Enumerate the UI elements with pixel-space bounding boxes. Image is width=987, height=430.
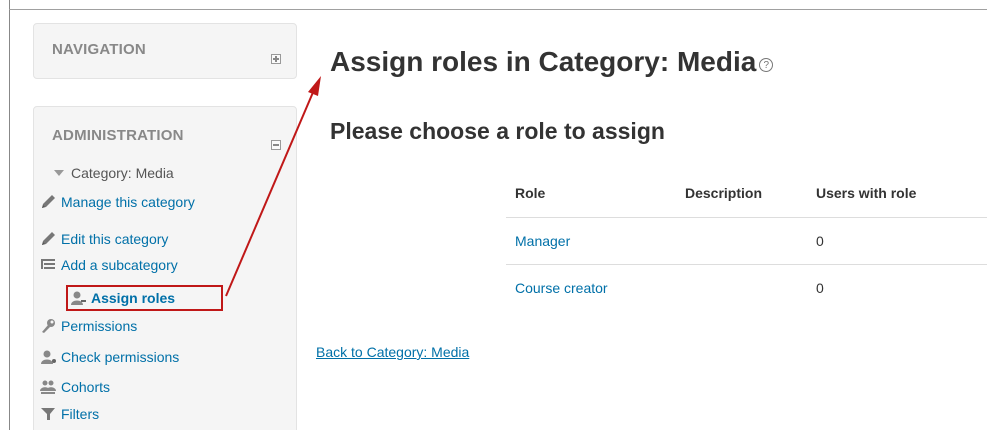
page-title: Assign roles in Category: Media ?	[330, 46, 774, 78]
help-icon[interactable]: ?	[759, 58, 774, 72]
category-tree-node[interactable]: Category: Media	[54, 165, 174, 181]
role-link-course-creator[interactable]: Course creator	[515, 280, 608, 296]
administration-title: ADMINISTRATION	[52, 127, 184, 144]
caret-down-icon	[54, 170, 64, 176]
navigation-title: NAVIGATION	[52, 41, 146, 58]
users-count-cell: 0	[807, 263, 987, 311]
filter-icon	[40, 406, 57, 422]
menu-item-permissions[interactable]: Permissions	[40, 316, 137, 336]
table-header-row: Role Description Users with role	[506, 170, 987, 218]
menu-item-manage-category[interactable]: Manage this category	[40, 192, 195, 212]
user-check-icon	[40, 349, 57, 365]
back-to-category-link[interactable]: Back to Category: Media	[316, 344, 469, 360]
pencil-icon	[40, 231, 57, 247]
table-row: Course creator 0	[506, 263, 987, 311]
users-count-cell: 0	[807, 216, 987, 264]
menu-item-label: Manage this category	[61, 194, 195, 210]
table-row: Manager 0	[506, 216, 987, 264]
expand-icon[interactable]	[271, 54, 281, 64]
column-header-role: Role	[506, 170, 676, 218]
wrench-icon	[40, 318, 57, 334]
description-cell	[676, 216, 807, 264]
description-cell	[676, 263, 807, 311]
collapse-icon[interactable]	[271, 140, 281, 150]
category-label: Category: Media	[71, 165, 174, 181]
menu-item-label: Permissions	[61, 318, 138, 334]
menu-item-label: Check permissions	[61, 349, 180, 365]
menu-item-add-subcategory[interactable]: Add a subcategory	[40, 255, 178, 275]
menu-item-label: Filters	[61, 406, 100, 422]
annotation-highlight-box	[66, 285, 223, 311]
navigation-block: NAVIGATION	[33, 23, 297, 79]
menu-item-filters[interactable]: Filters	[40, 404, 99, 424]
role-cell: Manager	[506, 216, 676, 264]
column-header-users: Users with role	[807, 170, 987, 218]
screenshot-frame-top	[9, 9, 987, 10]
page-title-text: Assign roles in Category: Media	[330, 46, 757, 77]
role-link-manager[interactable]: Manager	[515, 233, 570, 249]
menu-item-label: Add a subcategory	[61, 257, 178, 273]
page-subtitle: Please choose a role to assign	[330, 118, 665, 144]
cohorts-icon	[40, 379, 57, 395]
pencil-icon	[40, 194, 57, 210]
menu-item-check-permissions[interactable]: Check permissions	[40, 347, 179, 367]
screenshot-frame-left	[9, 0, 10, 430]
role-cell: Course creator	[506, 263, 676, 311]
roles-table: Role Description Users with role Manager…	[506, 170, 987, 311]
list-icon	[40, 257, 57, 273]
column-header-description: Description	[676, 170, 807, 218]
menu-item-edit-category[interactable]: Edit this category	[40, 229, 168, 249]
menu-item-cohorts[interactable]: Cohorts	[40, 377, 110, 397]
menu-item-label: Cohorts	[61, 379, 111, 395]
menu-item-label: Edit this category	[61, 231, 169, 247]
